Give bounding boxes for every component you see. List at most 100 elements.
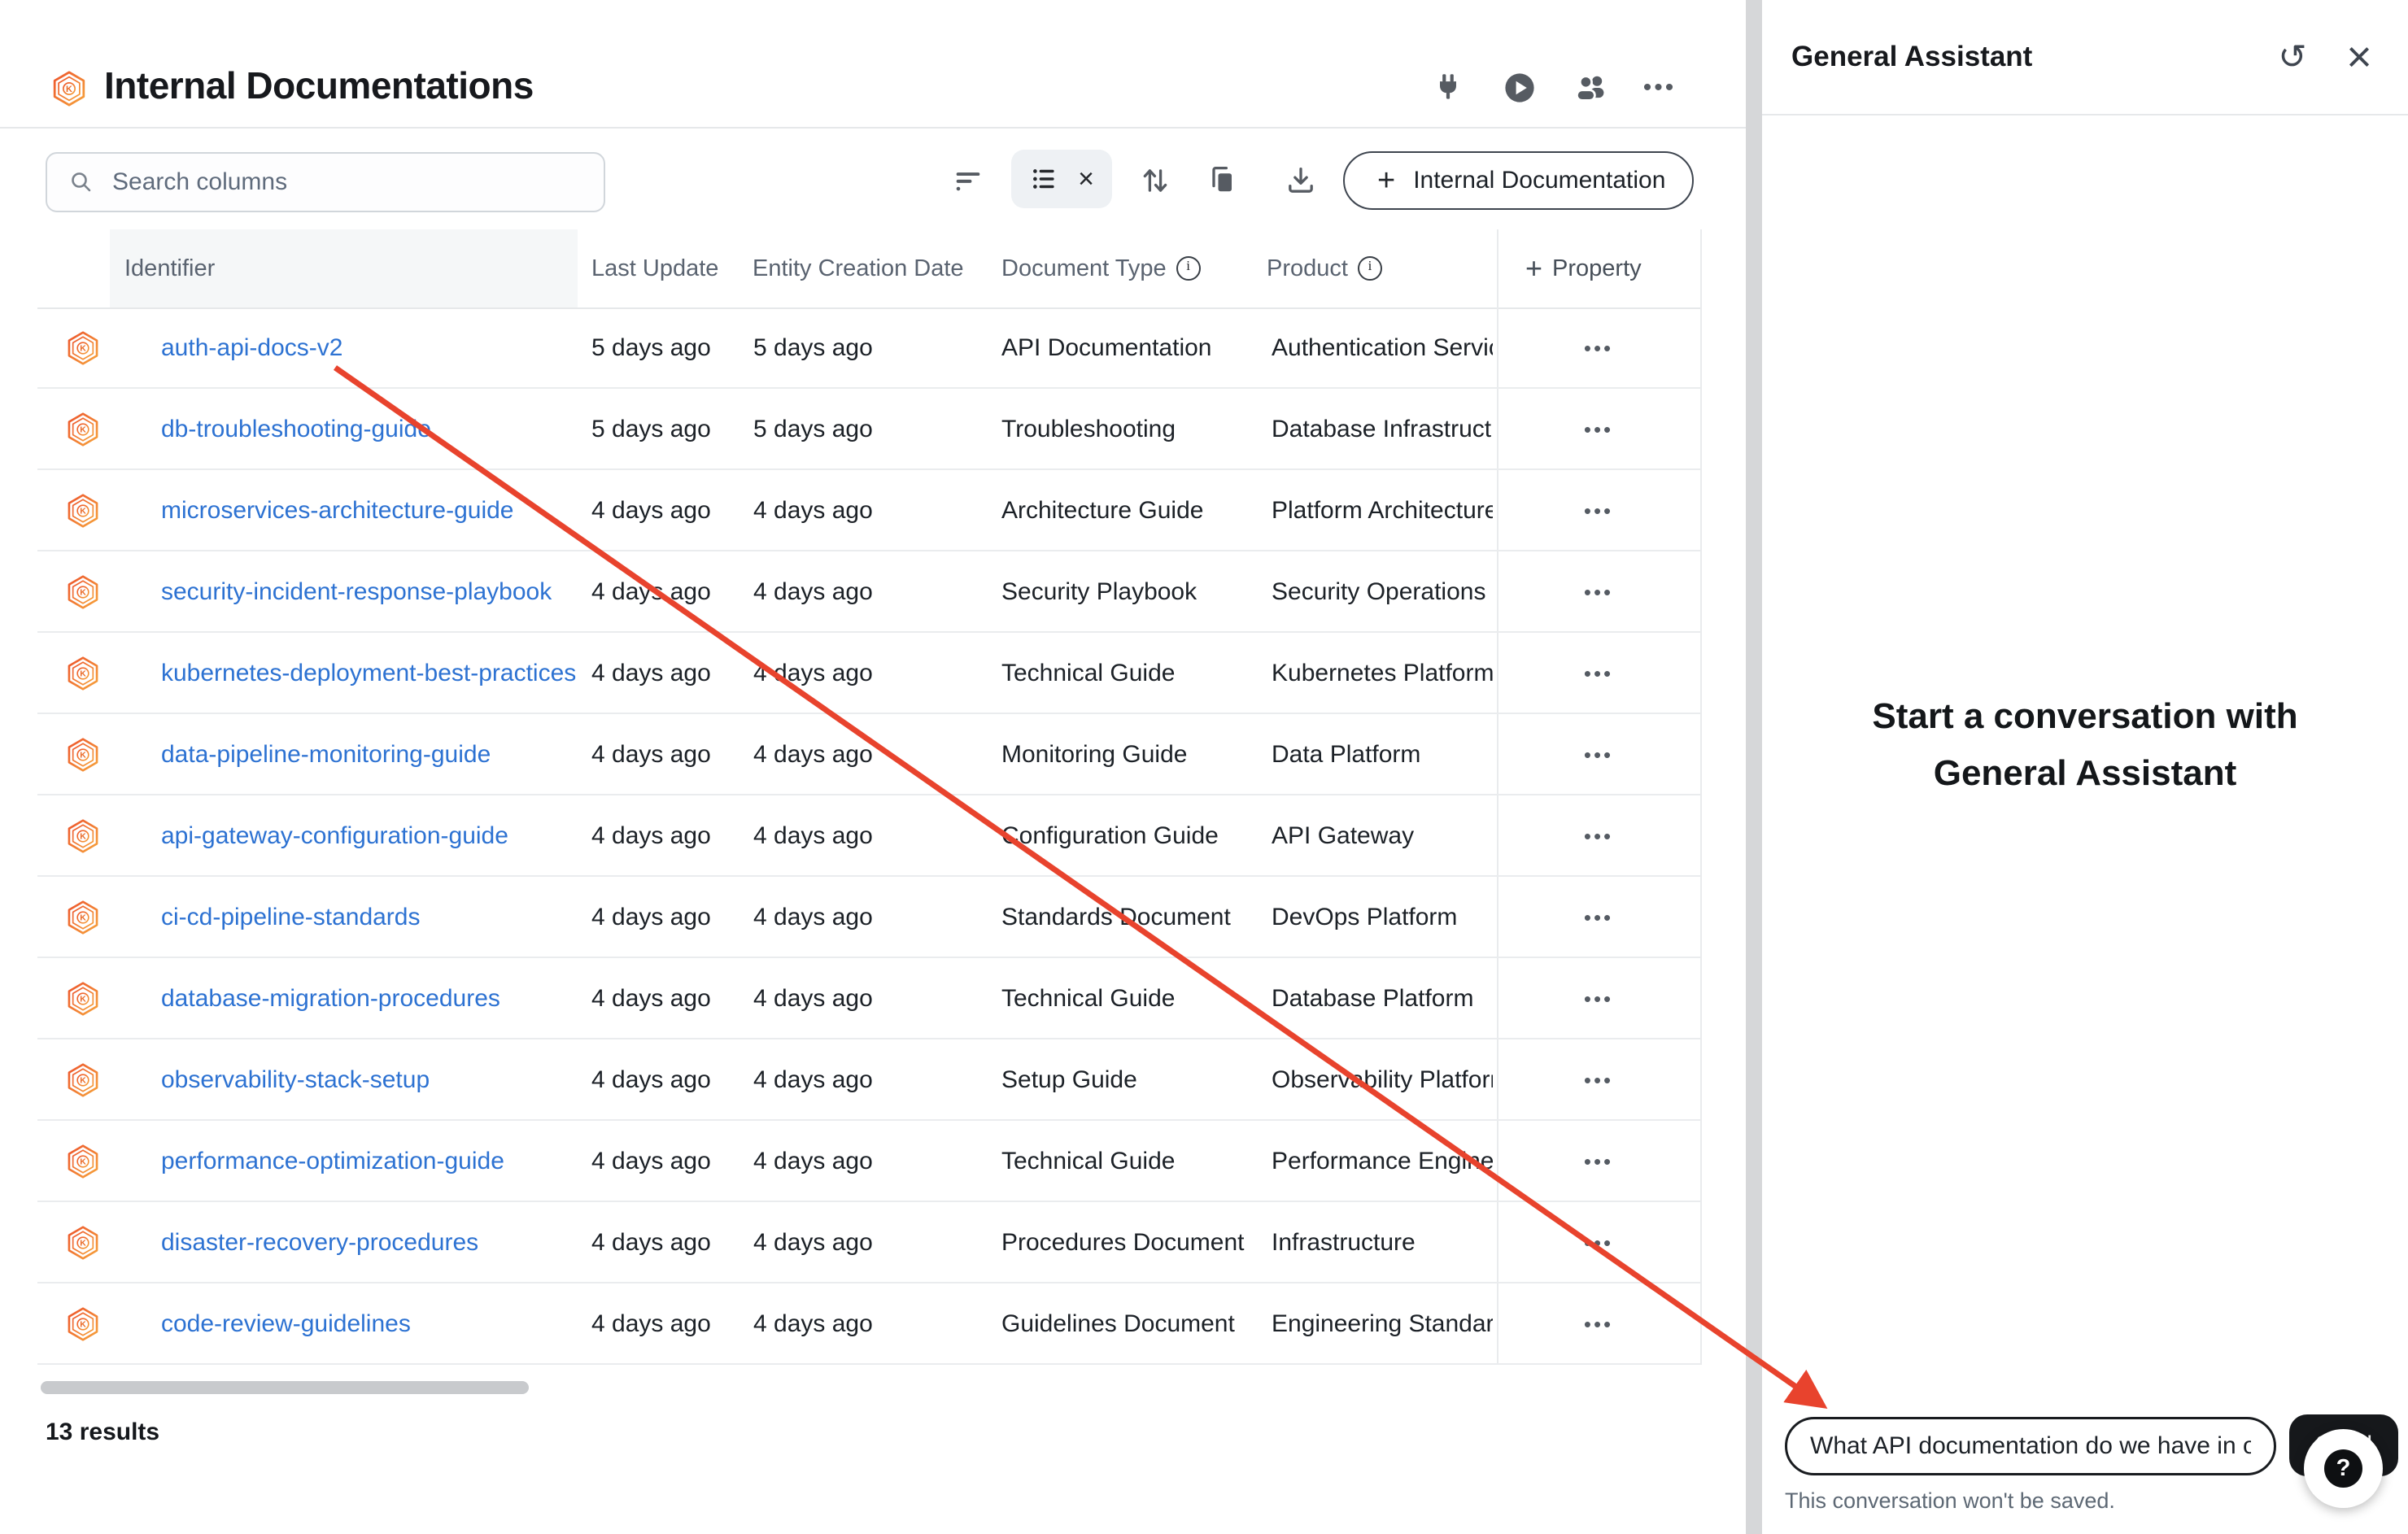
product-cell: DevOps Platform xyxy=(1272,877,1493,958)
row-actions-icon[interactable]: ••• xyxy=(1576,656,1621,691)
document-type-cell: Procedures Document xyxy=(1001,1202,1245,1283)
horizontal-scrollbar[interactable] xyxy=(41,1381,529,1394)
identifier-cell: observability-stack-setup xyxy=(161,1039,430,1121)
product-cell: Platform Architecture xyxy=(1272,470,1493,551)
identifier-cell: disaster-recovery-procedures xyxy=(161,1202,478,1283)
documents-table: Identifier Last Update Entity Creation D… xyxy=(0,229,1746,1365)
row-actions-icon[interactable]: ••• xyxy=(1576,982,1621,1017)
identifier-link[interactable]: auth-api-docs-v2 xyxy=(161,334,342,362)
last-update-cell: 5 days ago xyxy=(591,307,711,389)
identifier-cell: kubernetes-deployment-best-practices xyxy=(161,633,576,714)
document-type-cell: Troubleshooting xyxy=(1001,389,1245,470)
panel-header-divider xyxy=(1762,114,2408,115)
product-cell: Kubernetes Platform xyxy=(1272,633,1493,714)
row-actions-icon[interactable]: ••• xyxy=(1576,819,1621,854)
last-update-cell: 4 days ago xyxy=(591,470,711,551)
header-divider xyxy=(0,127,1746,129)
product-cell: Observability Platform xyxy=(1272,1039,1493,1121)
row-actions-icon[interactable]: ••• xyxy=(1576,1144,1621,1179)
document-hexagon-icon xyxy=(65,389,101,470)
list-view-icon[interactable] xyxy=(1029,163,1060,194)
table-row: observability-stack-setup 4 days ago 4 d… xyxy=(0,1039,1746,1121)
column-header-product[interactable]: Product i xyxy=(1267,229,1382,307)
entity-creation-date-cell: 4 days ago xyxy=(753,714,873,795)
identifier-link[interactable]: kubernetes-deployment-best-practices xyxy=(161,660,576,687)
identifier-link[interactable]: microservices-architecture-guide xyxy=(161,497,513,525)
row-actions-icon[interactable]: ••• xyxy=(1576,575,1621,610)
entity-creation-date-cell: 4 days ago xyxy=(753,633,873,714)
document-hexagon-icon xyxy=(65,1202,101,1283)
last-update-cell: 4 days ago xyxy=(591,1283,711,1365)
document-hexagon-icon xyxy=(65,1039,101,1121)
search-columns-box[interactable] xyxy=(46,152,605,212)
document-type-cell: API Documentation xyxy=(1001,307,1245,389)
document-type-cell: Monitoring Guide xyxy=(1001,714,1245,795)
identifier-cell: performance-optimization-guide xyxy=(161,1121,504,1202)
document-hexagon-icon xyxy=(65,307,101,389)
search-input[interactable] xyxy=(111,168,569,197)
column-header-identifier[interactable]: Identifier xyxy=(124,229,215,307)
add-property-button[interactable]: + Property xyxy=(1525,229,1642,307)
identifier-link[interactable]: data-pipeline-monitoring-guide xyxy=(161,741,491,769)
people-icon[interactable] xyxy=(1568,65,1614,111)
column-header-entity-creation-date[interactable]: Entity Creation Date xyxy=(752,229,964,307)
row-actions-icon[interactable]: ••• xyxy=(1576,738,1621,773)
identifier-link[interactable]: code-review-guidelines xyxy=(161,1310,411,1338)
document-type-cell: Architecture Guide xyxy=(1001,470,1245,551)
row-actions-icon[interactable]: ••• xyxy=(1576,900,1621,935)
row-actions-icon[interactable]: ••• xyxy=(1576,1226,1621,1261)
identifier-link[interactable]: database-migration-procedures xyxy=(161,985,500,1013)
download-icon[interactable] xyxy=(1276,156,1325,205)
document-hexagon-icon xyxy=(65,1121,101,1202)
product-cell: Engineering Standards xyxy=(1272,1283,1493,1365)
plug-icon[interactable] xyxy=(1425,65,1471,111)
table-row: code-review-guidelines 4 days ago 4 days… xyxy=(0,1283,1746,1365)
assistant-message-input[interactable] xyxy=(1785,1417,2276,1475)
document-type-cell: Guidelines Document xyxy=(1001,1283,1245,1365)
document-type-cell: Setup Guide xyxy=(1001,1039,1245,1121)
document-type-cell: Standards Document xyxy=(1001,877,1245,958)
reset-conversation-icon[interactable]: ↺ xyxy=(2270,34,2315,80)
identifier-link[interactable]: security-incident-response-playbook xyxy=(161,578,552,606)
filter-icon[interactable] xyxy=(944,156,992,205)
close-panel-icon[interactable]: × xyxy=(2336,34,2382,80)
document-type-cell: Security Playbook xyxy=(1001,551,1245,633)
play-circle-icon[interactable] xyxy=(1497,65,1542,111)
entity-creation-date-cell: 4 days ago xyxy=(753,551,873,633)
identifier-cell: code-review-guidelines xyxy=(161,1283,411,1365)
table-row: db-troubleshooting-guide 5 days ago 5 da… xyxy=(0,389,1746,470)
product-cell: Infrastructure xyxy=(1272,1202,1493,1283)
sort-icon[interactable] xyxy=(1131,156,1180,205)
identifier-link[interactable]: api-gateway-configuration-guide xyxy=(161,822,508,850)
help-button[interactable]: ? xyxy=(2304,1429,2383,1508)
identifier-link[interactable]: db-troubleshooting-guide xyxy=(161,416,431,443)
identifier-link[interactable]: ci-cd-pipeline-standards xyxy=(161,904,421,931)
row-actions-icon[interactable]: ••• xyxy=(1576,1063,1621,1098)
row-actions-icon[interactable]: ••• xyxy=(1576,1307,1621,1342)
table-row: security-incident-response-playbook 4 da… xyxy=(0,551,1746,633)
column-header-document-type[interactable]: Document Type i xyxy=(1001,229,1201,307)
copy-icon[interactable] xyxy=(1198,156,1247,205)
row-actions-icon[interactable]: ••• xyxy=(1576,412,1621,447)
document-hexagon-icon xyxy=(65,551,101,633)
identifier-link[interactable]: performance-optimization-guide xyxy=(161,1148,504,1175)
more-options-icon[interactable]: ••• xyxy=(1637,65,1682,111)
row-actions-icon[interactable]: ••• xyxy=(1576,494,1621,529)
column-header-last-update[interactable]: Last Update xyxy=(591,229,718,307)
identifier-cell: db-troubleshooting-guide xyxy=(161,389,431,470)
entity-creation-date-cell: 4 days ago xyxy=(753,877,873,958)
new-internal-documentation-button[interactable]: + Internal Documentation xyxy=(1343,151,1694,210)
question-mark-icon: ? xyxy=(2324,1449,2362,1488)
last-update-cell: 4 days ago xyxy=(591,1039,711,1121)
identifier-cell: ci-cd-pipeline-standards xyxy=(161,877,421,958)
document-hexagon-icon xyxy=(65,877,101,958)
row-actions-icon[interactable]: ••• xyxy=(1576,331,1621,366)
table-body: auth-api-docs-v2 5 days ago 5 days ago A… xyxy=(0,307,1746,1365)
table-row: kubernetes-deployment-best-practices 4 d… xyxy=(0,633,1746,714)
last-update-cell: 4 days ago xyxy=(591,1202,711,1283)
table-row: database-migration-procedures 4 days ago… xyxy=(0,958,1746,1039)
identifier-link[interactable]: disaster-recovery-procedures xyxy=(161,1229,478,1257)
vertical-scrollbar[interactable] xyxy=(1746,0,1762,1534)
identifier-link[interactable]: observability-stack-setup xyxy=(161,1066,430,1094)
clear-view-icon[interactable]: × xyxy=(1078,165,1094,193)
